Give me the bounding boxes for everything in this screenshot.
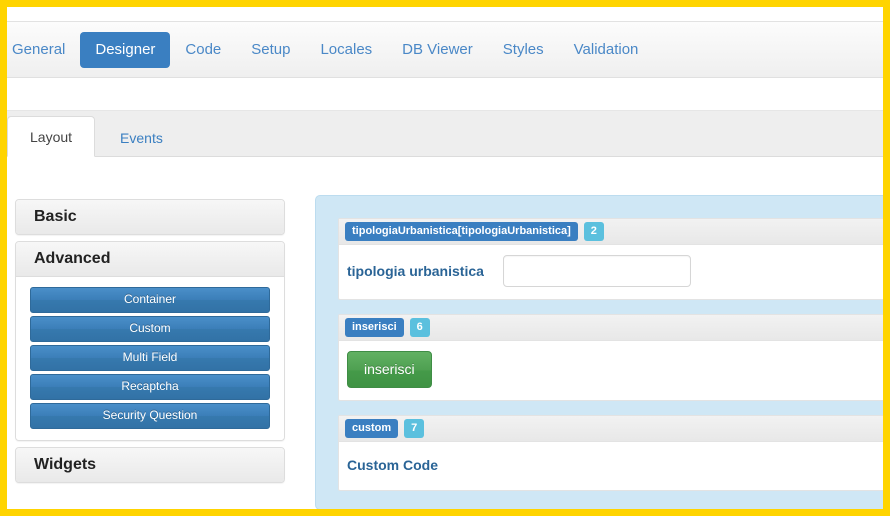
- form-row-header: custom 7: [339, 416, 883, 442]
- form-row-body: Custom Code: [339, 442, 883, 490]
- palette-panel-basic-header[interactable]: Basic: [16, 200, 284, 234]
- highlight-frame-bottom: [0, 509, 890, 516]
- field-tag[interactable]: tipologiaUrbanistica[tipologiaUrbanistic…: [345, 221, 578, 241]
- designer-subtab-list: Layout Events: [7, 116, 188, 157]
- submit-button-inserisci[interactable]: inserisci: [347, 351, 432, 388]
- main-navbar: General Designer Code Setup Locales DB V…: [7, 21, 883, 78]
- nav-item-designer[interactable]: Designer: [80, 31, 171, 68]
- palette-panel-widgets-header[interactable]: Widgets: [16, 448, 284, 482]
- form-row-body: tipologia urbanistica: [339, 245, 883, 299]
- tab-events-label: Events: [120, 130, 163, 146]
- field-tag[interactable]: inserisci: [345, 317, 404, 337]
- custom-code-label: Custom Code: [347, 457, 438, 473]
- form-row-tipologia-urbanistica[interactable]: tipologiaUrbanistica[tipologiaUrbanistic…: [338, 218, 883, 300]
- palette-panel-advanced-title: Advanced: [34, 250, 111, 267]
- field-input-tipologia-urbanistica[interactable]: [503, 255, 691, 287]
- nav-item-code[interactable]: Code: [170, 32, 236, 68]
- palette-item-container[interactable]: Container: [30, 287, 270, 313]
- nav-item-setup[interactable]: Setup: [236, 32, 305, 68]
- form-row-header: tipologiaUrbanistica[tipologiaUrbanistic…: [339, 219, 883, 245]
- highlight-frame-right: [883, 0, 890, 516]
- palette-item-recaptcha[interactable]: Recaptcha: [30, 374, 270, 400]
- palette-panel-widgets: Widgets: [15, 447, 285, 483]
- nav-item-designer-label: Designer: [95, 40, 156, 58]
- component-palette-sidebar: Basic Advanced Container Custom Multi Fi…: [15, 199, 285, 489]
- highlight-frame-left: [0, 0, 7, 516]
- nav-item-db-viewer[interactable]: DB Viewer: [387, 32, 488, 68]
- form-designer-canvas: tipologiaUrbanistica[tipologiaUrbanistic…: [315, 195, 883, 509]
- nav-item-locales[interactable]: Locales: [305, 32, 387, 68]
- page-root: General Designer Code Setup Locales DB V…: [0, 0, 890, 516]
- form-row-header: inserisci 6: [339, 315, 883, 341]
- nav-item-setup-label: Setup: [251, 40, 291, 58]
- tab-layout-label: Layout: [30, 129, 73, 145]
- form-row-custom-code[interactable]: custom 7 Custom Code: [338, 415, 883, 491]
- palette-item-custom[interactable]: Custom: [30, 316, 270, 342]
- nav-item-validation[interactable]: Validation: [559, 32, 654, 68]
- form-row-inserisci[interactable]: inserisci 6 inserisci: [338, 314, 883, 401]
- palette-item-security-question[interactable]: Security Question: [30, 403, 270, 429]
- nav-item-styles-label: Styles: [502, 40, 544, 58]
- field-order-badge: 6: [409, 317, 430, 337]
- field-tag[interactable]: custom: [345, 418, 399, 438]
- nav-item-code-label: Code: [185, 40, 222, 58]
- field-order-badge: 7: [404, 418, 425, 438]
- nav-item-general-label: General: [12, 40, 66, 58]
- field-label-tipologia-urbanistica: tipologia urbanistica: [347, 263, 484, 279]
- tab-layout[interactable]: Layout: [7, 116, 96, 157]
- palette-panel-widgets-title: Widgets: [34, 456, 97, 473]
- highlight-frame-top: [0, 0, 890, 7]
- palette-panel-advanced: Advanced Container Custom Multi Field Re…: [15, 241, 285, 441]
- nav-item-locales-label: Locales: [320, 40, 373, 58]
- palette-panel-basic: Basic: [15, 199, 285, 235]
- palette-panel-advanced-header[interactable]: Advanced: [16, 242, 284, 277]
- field-order-badge: 2: [583, 221, 604, 241]
- palette-item-multi-field[interactable]: Multi Field: [30, 345, 270, 371]
- main-nav-list: General Designer Code Setup Locales DB V…: [7, 22, 653, 77]
- designer-subtab-bar: Layout Events: [7, 110, 883, 157]
- tab-events[interactable]: Events: [97, 117, 186, 157]
- nav-item-general[interactable]: General: [7, 32, 80, 68]
- nav-item-styles[interactable]: Styles: [488, 32, 559, 68]
- designer-content: Basic Advanced Container Custom Multi Fi…: [7, 157, 883, 509]
- palette-panel-basic-title: Basic: [34, 208, 77, 225]
- nav-item-db-viewer-label: DB Viewer: [402, 40, 473, 58]
- palette-panel-advanced-body: Container Custom Multi Field Recaptcha S…: [16, 277, 284, 440]
- form-row-body: inserisci: [339, 341, 883, 400]
- app-viewport: General Designer Code Setup Locales DB V…: [7, 7, 883, 509]
- nav-item-validation-label: Validation: [573, 40, 639, 58]
